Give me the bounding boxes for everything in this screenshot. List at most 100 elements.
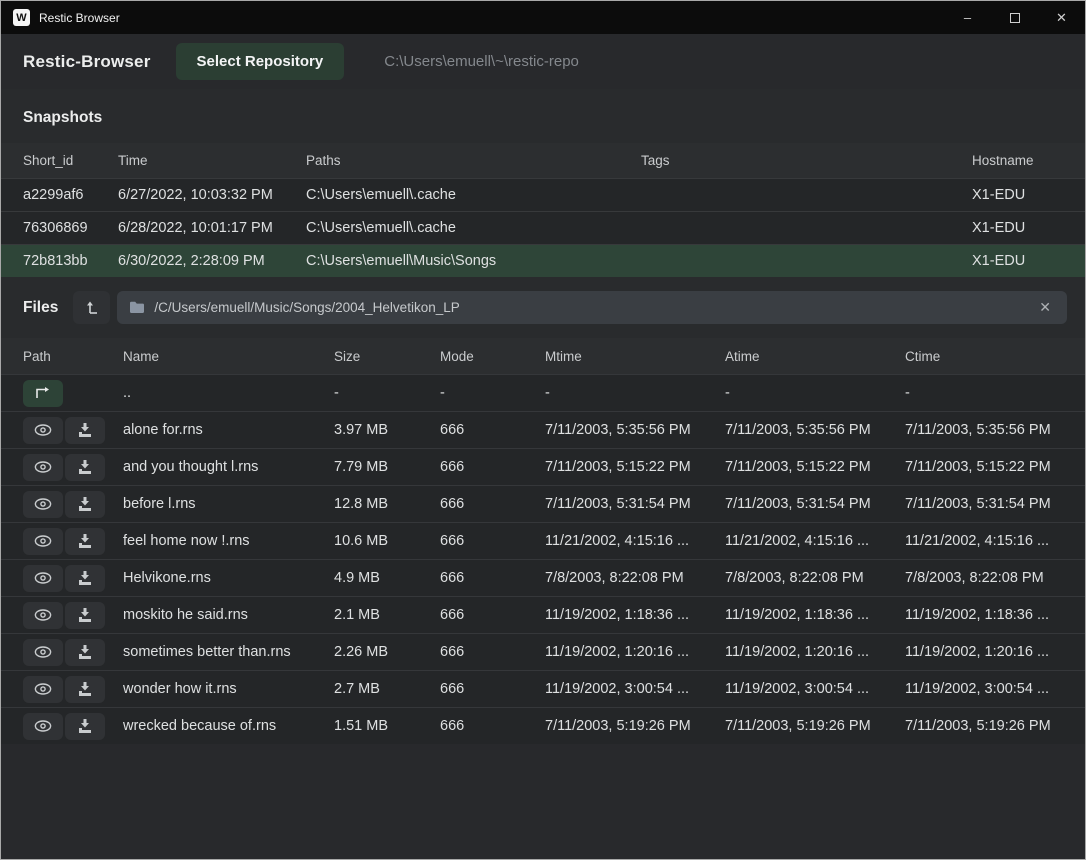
select-repository-button[interactable]: Select Repository bbox=[176, 43, 345, 80]
view-file-button[interactable] bbox=[23, 454, 63, 481]
download-icon bbox=[78, 497, 92, 511]
file-row[interactable]: feel home now !.rns 10.6 MB 666 11/21/20… bbox=[1, 522, 1085, 559]
download-file-button[interactable] bbox=[65, 528, 105, 555]
file-row[interactable]: Helvikone.rns 4.9 MB 666 7/8/2003, 8:22:… bbox=[1, 559, 1085, 596]
close-button[interactable]: ✕ bbox=[1038, 1, 1085, 34]
file-row[interactable]: and you thought l.rns 7.79 MB 666 7/11/2… bbox=[1, 448, 1085, 485]
file-row[interactable]: moskito he said.rns 2.1 MB 666 11/19/200… bbox=[1, 596, 1085, 633]
view-file-button[interactable] bbox=[23, 491, 63, 518]
snapshots-section-header: Snapshots bbox=[1, 89, 1085, 143]
minimize-button[interactable]: – bbox=[944, 1, 991, 34]
go-up-directory-button[interactable] bbox=[23, 380, 63, 407]
file-row[interactable]: wrecked because of.rns 1.51 MB 666 7/11/… bbox=[1, 707, 1085, 744]
file-ctime: 7/11/2003, 5:31:54 PM bbox=[905, 496, 1085, 512]
parent-row-size: - bbox=[334, 385, 440, 401]
download-file-button[interactable] bbox=[65, 417, 105, 444]
file-row[interactable]: alone for.rns 3.97 MB 666 7/11/2003, 5:3… bbox=[1, 411, 1085, 448]
snapshots-table-header: Short_id Time Paths Tags Hostname bbox=[1, 143, 1085, 178]
snapshot-time: 6/27/2022, 10:03:32 PM bbox=[118, 187, 306, 203]
view-file-button[interactable] bbox=[23, 639, 63, 666]
maximize-button[interactable] bbox=[991, 1, 1038, 34]
current-path-input[interactable]: /C/Users/emuell/Music/Songs/2004_Helveti… bbox=[117, 291, 1067, 324]
app-name: Restic-Browser bbox=[23, 52, 151, 72]
files-title: Files bbox=[23, 299, 58, 317]
file-size: 1.51 MB bbox=[334, 718, 440, 734]
file-size: 4.9 MB bbox=[334, 570, 440, 586]
file-atime: 7/11/2003, 5:31:54 PM bbox=[725, 496, 905, 512]
download-file-button[interactable] bbox=[65, 713, 105, 740]
snapshots-table-body: a2299af6 6/27/2022, 10:03:32 PM C:\Users… bbox=[1, 178, 1085, 277]
snapshot-time: 6/30/2022, 2:28:09 PM bbox=[118, 253, 306, 269]
download-file-button[interactable] bbox=[65, 639, 105, 666]
titlebar: W Restic Browser – ✕ bbox=[1, 1, 1085, 34]
file-ctime: 11/19/2002, 3:00:54 ... bbox=[905, 681, 1085, 697]
download-file-button[interactable] bbox=[65, 676, 105, 703]
snapshot-short-id: 76306869 bbox=[23, 220, 118, 236]
column-hostname: Hostname bbox=[972, 153, 1085, 168]
file-row[interactable]: before l.rns 12.8 MB 666 7/11/2003, 5:31… bbox=[1, 485, 1085, 522]
eye-icon bbox=[34, 683, 52, 695]
go-to-root-button[interactable] bbox=[73, 291, 110, 324]
file-size: 2.1 MB bbox=[334, 607, 440, 623]
snapshot-row[interactable]: 72b813bb 6/30/2022, 2:28:09 PM C:\Users\… bbox=[1, 244, 1085, 277]
file-atime: 11/19/2002, 1:18:36 ... bbox=[725, 607, 905, 623]
file-atime: 7/11/2003, 5:15:22 PM bbox=[725, 459, 905, 475]
column-mtime: Mtime bbox=[545, 349, 725, 364]
download-file-button[interactable] bbox=[65, 454, 105, 481]
file-ctime: 7/11/2003, 5:15:22 PM bbox=[905, 459, 1085, 475]
file-ctime: 7/11/2003, 5:19:26 PM bbox=[905, 718, 1085, 734]
file-mode: 666 bbox=[440, 533, 545, 549]
file-name: wonder how it.rns bbox=[123, 681, 334, 697]
snapshot-short-id: 72b813bb bbox=[23, 253, 118, 269]
view-file-button[interactable] bbox=[23, 417, 63, 444]
column-short-id: Short_id bbox=[23, 153, 118, 168]
parent-row-mode: - bbox=[440, 385, 545, 401]
parent-directory-row[interactable]: .. - - - - - bbox=[1, 374, 1085, 411]
view-file-button[interactable] bbox=[23, 565, 63, 592]
eye-icon bbox=[34, 572, 52, 584]
file-ctime: 7/8/2003, 8:22:08 PM bbox=[905, 570, 1085, 586]
maximize-icon bbox=[1010, 13, 1020, 23]
file-row[interactable]: sometimes better than.rns 2.26 MB 666 11… bbox=[1, 633, 1085, 670]
repository-path: C:\Users\emuell\~\restic-repo bbox=[384, 53, 579, 70]
file-size: 3.97 MB bbox=[334, 422, 440, 438]
file-name: before l.rns bbox=[123, 496, 334, 512]
file-row[interactable]: wonder how it.rns 2.7 MB 666 11/19/2002,… bbox=[1, 670, 1085, 707]
eye-icon bbox=[34, 609, 52, 621]
snapshot-row[interactable]: 76306869 6/28/2022, 10:01:17 PM C:\Users… bbox=[1, 211, 1085, 244]
eye-icon bbox=[34, 424, 52, 436]
file-name: alone for.rns bbox=[123, 422, 334, 438]
file-mtime: 11/19/2002, 1:20:16 ... bbox=[545, 644, 725, 660]
file-size: 2.7 MB bbox=[334, 681, 440, 697]
app-window: W Restic Browser – ✕ Restic-Browser Sele… bbox=[0, 0, 1086, 860]
file-ctime: 11/21/2002, 4:15:16 ... bbox=[905, 533, 1085, 549]
file-name: Helvikone.rns bbox=[123, 570, 334, 586]
clear-path-icon[interactable]: ✕ bbox=[1035, 297, 1055, 318]
view-file-button[interactable] bbox=[23, 713, 63, 740]
column-size: Size bbox=[334, 349, 440, 364]
view-file-button[interactable] bbox=[23, 602, 63, 629]
up-level-icon bbox=[85, 300, 99, 315]
download-icon bbox=[78, 571, 92, 585]
snapshot-paths: C:\Users\emuell\.cache bbox=[306, 220, 641, 236]
download-file-button[interactable] bbox=[65, 602, 105, 629]
download-file-button[interactable] bbox=[65, 491, 105, 518]
file-ctime: 11/19/2002, 1:18:36 ... bbox=[905, 607, 1085, 623]
eye-icon bbox=[34, 535, 52, 547]
file-mtime: 7/11/2003, 5:31:54 PM bbox=[545, 496, 725, 512]
snapshot-hostname: X1-EDU bbox=[972, 187, 1085, 203]
download-icon bbox=[78, 423, 92, 437]
view-file-button[interactable] bbox=[23, 528, 63, 555]
snapshot-hostname: X1-EDU bbox=[972, 253, 1085, 269]
download-icon bbox=[78, 645, 92, 659]
file-mtime: 11/19/2002, 3:00:54 ... bbox=[545, 681, 725, 697]
snapshot-row[interactable]: a2299af6 6/27/2022, 10:03:32 PM C:\Users… bbox=[1, 178, 1085, 211]
view-file-button[interactable] bbox=[23, 676, 63, 703]
download-file-button[interactable] bbox=[65, 565, 105, 592]
snapshots-title: Snapshots bbox=[23, 109, 102, 126]
parent-row-atime: - bbox=[725, 385, 905, 401]
app-icon: W bbox=[13, 9, 30, 26]
window-title: Restic Browser bbox=[39, 11, 120, 25]
file-mtime: 7/11/2003, 5:35:56 PM bbox=[545, 422, 725, 438]
eye-icon bbox=[34, 498, 52, 510]
